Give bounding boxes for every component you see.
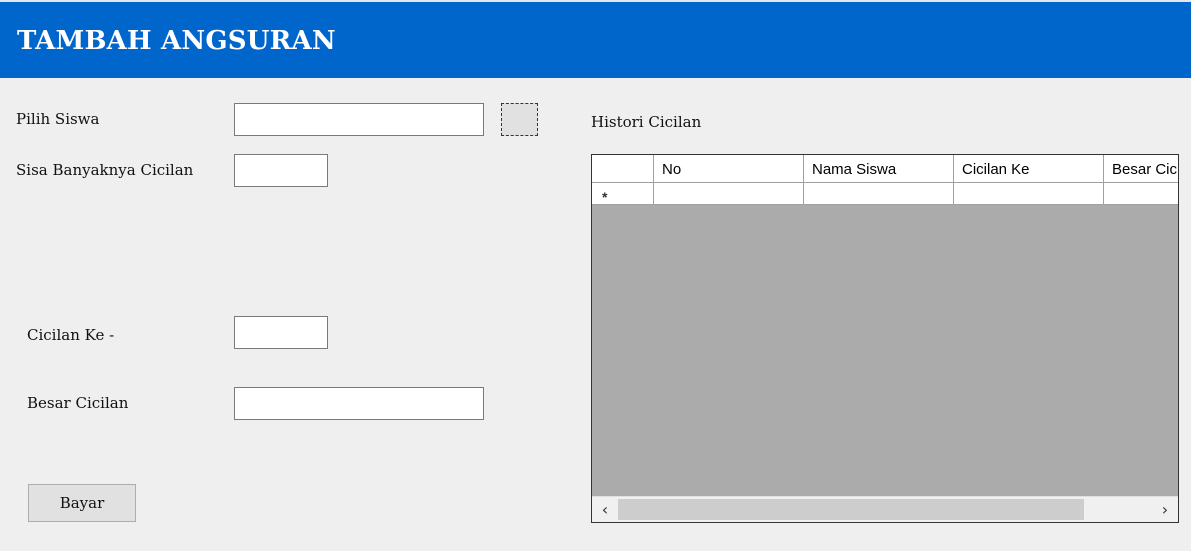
- sisa-cicilan-input[interactable]: [234, 154, 328, 187]
- column-header-besar-cicilan[interactable]: Besar Cicilan: [1104, 155, 1178, 183]
- cell-cicilan-ke[interactable]: [954, 183, 1104, 205]
- cicilan-ke-label: Cicilan Ke -: [27, 326, 115, 344]
- histori-cicilan-grid[interactable]: No Nama Siswa Cicilan Ke Besar Cicilan *…: [591, 154, 1179, 523]
- sisa-cicilan-label: Sisa Banyaknya Cicilan: [16, 161, 194, 179]
- row-header-corner: [592, 155, 654, 183]
- besar-cicilan-input[interactable]: [234, 387, 484, 420]
- column-header-nama-siswa[interactable]: Nama Siswa: [804, 155, 954, 183]
- new-row-marker: *: [592, 183, 654, 205]
- column-header-cicilan-ke[interactable]: Cicilan Ke: [954, 155, 1104, 183]
- chevron-right-icon[interactable]: ›: [1155, 500, 1175, 520]
- scrollbar-thumb[interactable]: [618, 499, 1084, 520]
- histori-cicilan-label: Histori Cicilan: [591, 113, 702, 131]
- select-siswa-button[interactable]: [501, 103, 538, 136]
- column-header-no[interactable]: No: [654, 155, 804, 183]
- cell-nama-siswa[interactable]: [804, 183, 954, 205]
- page-title: TAMBAH ANGSURAN: [17, 26, 336, 56]
- pilih-siswa-label: Pilih Siswa: [16, 110, 100, 128]
- title-bar: TAMBAH ANGSURAN: [0, 0, 1191, 78]
- bayar-button[interactable]: Bayar: [28, 484, 136, 522]
- table-row-new[interactable]: *: [592, 183, 1178, 205]
- cell-no[interactable]: [654, 183, 804, 205]
- chevron-left-icon[interactable]: ‹: [595, 500, 615, 520]
- horizontal-scrollbar[interactable]: ‹ ›: [592, 496, 1178, 522]
- besar-cicilan-label: Besar Cicilan: [27, 394, 129, 412]
- grid-header-row: No Nama Siswa Cicilan Ke Besar Cicilan: [592, 155, 1178, 183]
- pilih-siswa-input[interactable]: [234, 103, 484, 136]
- cell-besar-cicilan[interactable]: [1104, 183, 1178, 205]
- cicilan-ke-input[interactable]: [234, 316, 328, 349]
